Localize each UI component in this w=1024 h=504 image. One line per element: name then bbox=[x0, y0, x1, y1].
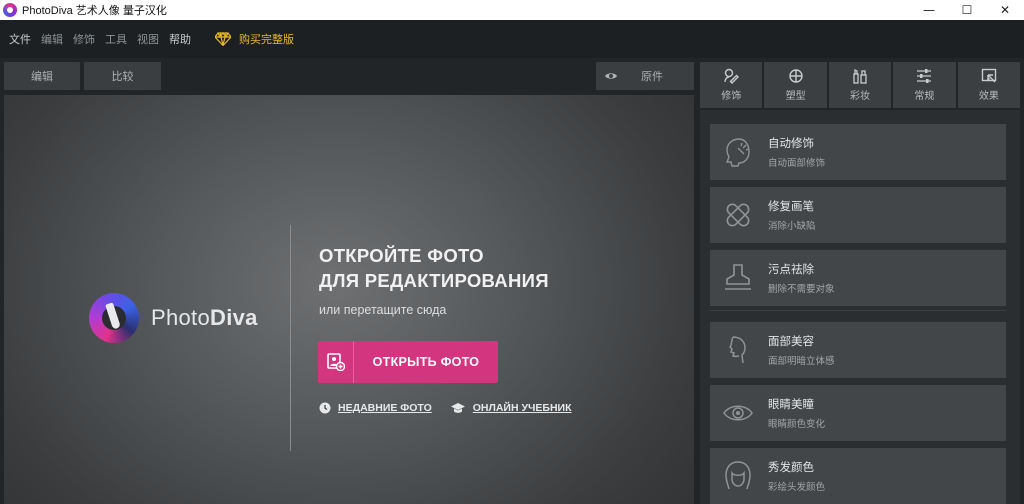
tool-card-auto-retouch[interactable]: 自动修饰自动面部修饰 bbox=[710, 124, 1006, 180]
menu-bar: 文件 编辑 修饰 工具 视图 帮助 购买完整版 bbox=[0, 20, 1024, 58]
tab-general[interactable]: 常规 bbox=[893, 62, 956, 108]
tool-card-title: 眼睛美瞳 bbox=[768, 397, 814, 411]
auto-retouch-icon bbox=[710, 124, 766, 180]
tool-card-subtitle: 删除不需要对象 bbox=[768, 284, 835, 295]
tool-card-subtitle: 自动面部修饰 bbox=[768, 158, 826, 169]
close-button[interactable]: ✕ bbox=[986, 0, 1024, 20]
open-photo-label: ОТКРЫТЬ ФОТО bbox=[372, 355, 480, 369]
menu-file[interactable]: 文件 bbox=[9, 31, 31, 47]
title-bar: PhotoDiva 艺术人像 量子汉化 — ☐ ✕ bbox=[0, 0, 1024, 20]
tool-card-title: 面部美容 bbox=[768, 334, 814, 348]
tool-tabs: 修饰 塑型 彩妆 常规 效果 bbox=[700, 62, 1021, 108]
tool-card-healing-brush[interactable]: 修复画笔 消除小缺陷 bbox=[710, 187, 1006, 243]
recent-photos-link[interactable]: НЕДАВНИЕ ФОТО bbox=[319, 402, 432, 414]
tool-card-title: 自动修饰 bbox=[768, 136, 814, 150]
tool-card-subtitle: 眼睛颜色变化 bbox=[768, 419, 826, 430]
makeup-icon bbox=[853, 68, 867, 84]
drag-hint: или перетащите сюда bbox=[319, 303, 447, 317]
tool-panel: 自动修饰自动面部修饰 修复画笔消除小缺陷 污点祛除删除不需要对象 面部美容面部明… bbox=[700, 110, 1020, 504]
buy-label: 购买完整版 bbox=[239, 33, 294, 46]
tool-card-subtitle: 面部明暗立体感 bbox=[768, 356, 835, 367]
retouch-brush-icon bbox=[724, 68, 740, 84]
tool-card-subtitle: 消除小缺陷 bbox=[768, 221, 816, 232]
tool-card-subtitle: 彩绘头发颜色 bbox=[768, 482, 826, 493]
minimize-button[interactable]: — bbox=[910, 0, 948, 20]
tool-card-title: 污点祛除 bbox=[768, 262, 814, 276]
open-photo-headline: ОТКРОЙТЕ ФОТО ДЛЯ РЕДАКТИРОВАНИЯ bbox=[319, 245, 549, 291]
window-title: PhotoDiva 艺术人像 量子汉化 bbox=[22, 5, 167, 17]
original-label: 原件 bbox=[641, 70, 663, 83]
divider bbox=[290, 225, 291, 451]
photo-canvas[interactable]: PhotoDiva ОТКРОЙТЕ ФОТО ДЛЯ РЕДАКТИРОВАН… bbox=[4, 95, 694, 504]
stamp-icon bbox=[710, 250, 766, 306]
tool-card-eye-color[interactable]: 眼睛美瞳眼睛颜色变化 bbox=[710, 385, 1006, 441]
photodiva-logo: PhotoDiva bbox=[89, 293, 258, 343]
shape-icon bbox=[788, 69, 803, 83]
add-photo-icon bbox=[318, 341, 354, 383]
compare-mode-button[interactable]: 比较 bbox=[84, 62, 161, 90]
menu-retouch[interactable]: 修饰 bbox=[73, 31, 95, 47]
face-profile-icon bbox=[710, 322, 766, 378]
buy-full-version-link[interactable]: 购买完整版 bbox=[215, 31, 294, 47]
edit-mode-button[interactable]: 编辑 bbox=[4, 62, 80, 90]
original-toggle-button[interactable]: 原件 bbox=[596, 62, 694, 90]
app-logo-icon bbox=[3, 3, 17, 17]
menu-help[interactable]: 帮助 bbox=[169, 31, 191, 47]
hair-icon bbox=[710, 448, 766, 504]
panel-divider bbox=[710, 310, 1006, 311]
effects-icon bbox=[981, 68, 997, 83]
eye-icon bbox=[710, 385, 766, 441]
eye-icon bbox=[605, 73, 617, 79]
graduation-cap-icon bbox=[450, 403, 465, 413]
window-controls: — ☐ ✕ bbox=[910, 0, 1024, 20]
tool-card-title: 秀发颜色 bbox=[768, 460, 814, 474]
tool-card-title: 修复画笔 bbox=[768, 199, 814, 213]
menu-view[interactable]: 视图 bbox=[137, 31, 159, 47]
photodiva-logo-icon bbox=[89, 293, 139, 343]
diamond-icon bbox=[215, 32, 231, 46]
sliders-icon bbox=[917, 69, 932, 83]
online-tutorial-link[interactable]: ОНЛАЙН УЧЕБНИК bbox=[450, 402, 571, 414]
tab-makeup[interactable]: 彩妆 bbox=[828, 62, 892, 108]
tab-effects[interactable]: 效果 bbox=[957, 62, 1021, 108]
quick-links: НЕДАВНИЕ ФОТО ОНЛАЙН УЧЕБНИК bbox=[319, 402, 571, 414]
tool-card-face-sculpt[interactable]: 面部美容面部明暗立体感 bbox=[710, 322, 1006, 378]
clock-icon bbox=[319, 402, 331, 414]
maximize-button[interactable]: ☐ bbox=[948, 0, 986, 20]
tool-card-hair-color[interactable]: 秀发颜色彩绘头发颜色 bbox=[710, 448, 1006, 504]
tab-retouch[interactable]: 修饰 bbox=[700, 62, 763, 108]
tool-card-blemish-removal[interactable]: 污点祛除删除不需要对象 bbox=[710, 250, 1006, 306]
tab-shape[interactable]: 塑型 bbox=[764, 62, 827, 108]
menu-tools[interactable]: 工具 bbox=[105, 31, 127, 47]
menu-edit[interactable]: 编辑 bbox=[41, 31, 63, 47]
open-photo-button[interactable]: ОТКРЫТЬ ФОТО bbox=[318, 341, 498, 383]
healing-bandage-icon bbox=[710, 187, 766, 243]
logo-wordmark: PhotoDiva bbox=[151, 305, 258, 330]
